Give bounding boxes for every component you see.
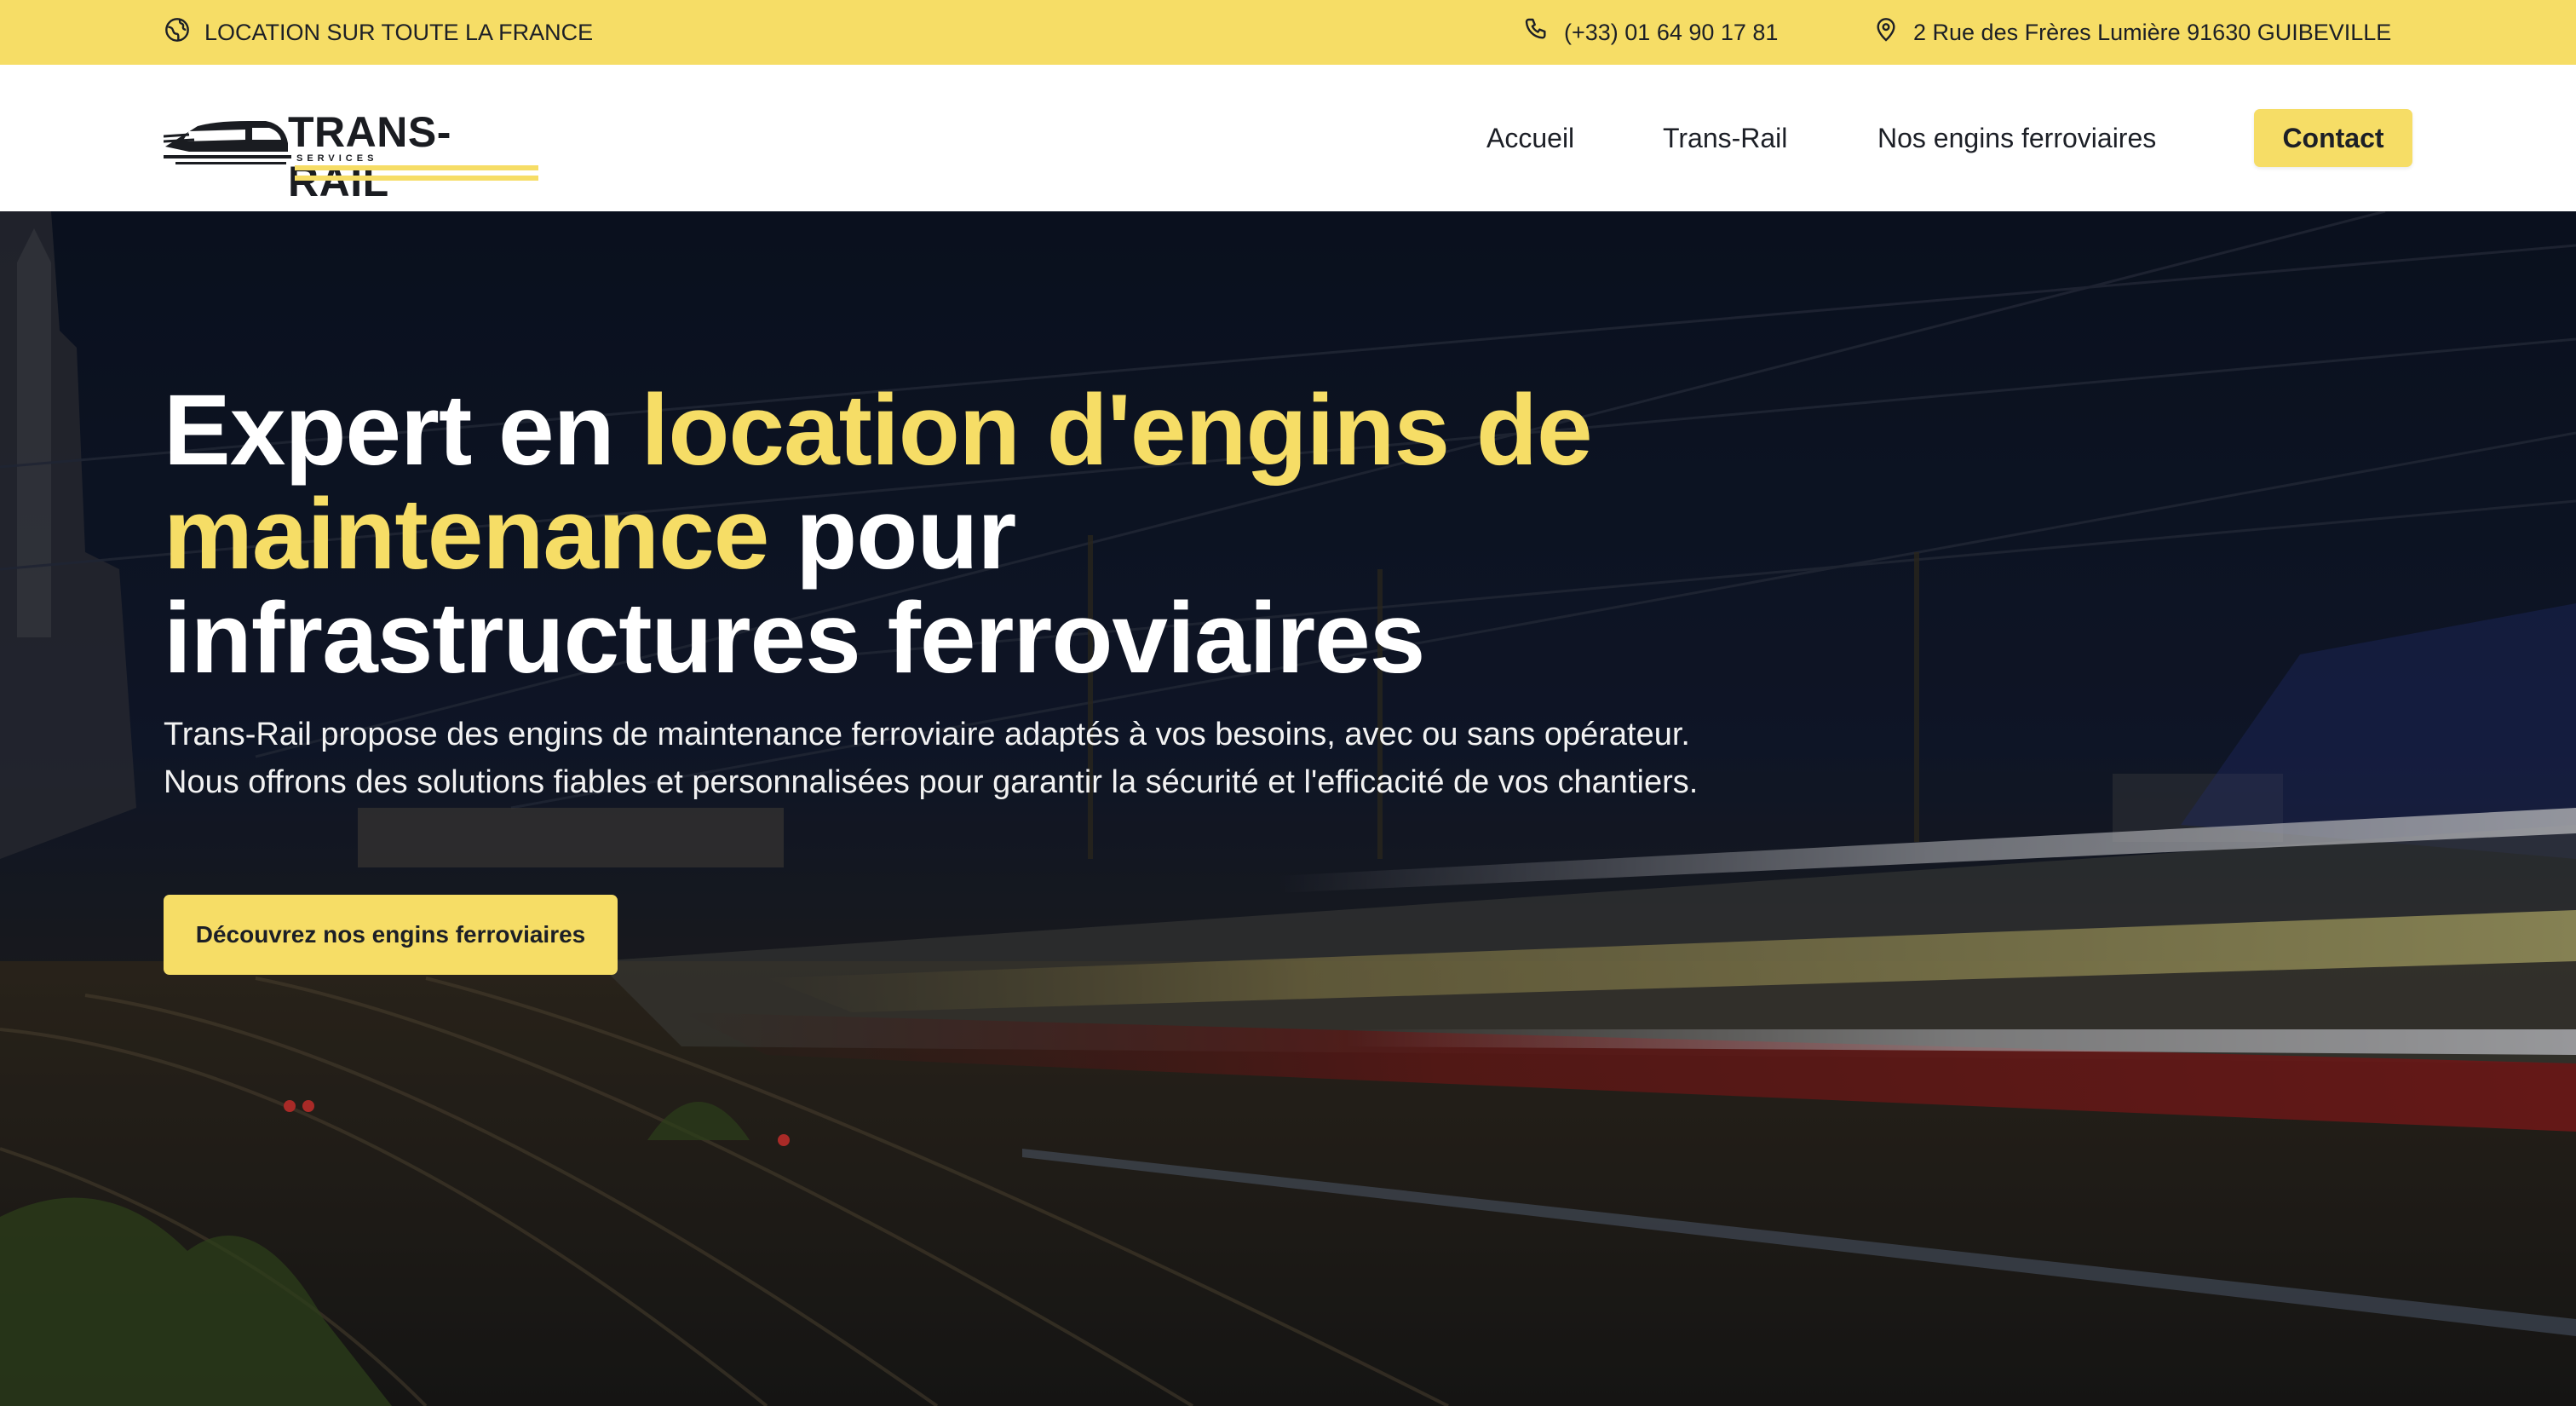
address-info: 2 Rue des Frères Lumière 91630 GUIBEVILL…: [1872, 0, 2391, 65]
nav-trans-rail[interactable]: Trans-Rail: [1663, 123, 1787, 154]
hero-section: Expert en location d'engins de maintenan…: [0, 211, 2576, 1406]
phone-icon: [1523, 16, 1550, 49]
nav-accueil[interactable]: Accueil: [1486, 123, 1574, 154]
train-icon: [164, 121, 291, 164]
phone-text[interactable]: (+33) 01 64 90 17 81: [1564, 20, 1778, 46]
logo[interactable]: TRANS-RAIL SERVICES: [164, 102, 538, 205]
discover-engins-button[interactable]: Découvrez nos engins ferroviaires: [164, 895, 618, 975]
location-info: LOCATION SUR TOUTE LA FRANCE: [164, 0, 593, 65]
top-info-bar: LOCATION SUR TOUTE LA FRANCE (+33) 01 64…: [0, 0, 2576, 65]
contact-button[interactable]: Contact: [2254, 109, 2412, 167]
logo-underline: [295, 165, 538, 170]
phone-info[interactable]: (+33) 01 64 90 17 81: [1523, 0, 1778, 65]
hero-title-part1: Expert en: [164, 374, 641, 487]
hero-description: Trans-Rail propose des engins de mainten…: [164, 717, 1699, 800]
globe-icon: [164, 16, 191, 49]
logo-underline: [295, 176, 538, 181]
map-pin-icon: [1872, 16, 1900, 49]
hero-title: Expert en location d'engins de maintenan…: [164, 378, 1697, 690]
site-header: TRANS-RAIL SERVICES Accueil Trans-Rail N…: [0, 65, 2576, 211]
logo-subtitle: SERVICES: [296, 153, 378, 164]
address-text: 2 Rue des Frères Lumière 91630 GUIBEVILL…: [1913, 19, 2392, 45]
nav-engins-ferroviaires[interactable]: Nos engins ferroviaires: [1877, 123, 2156, 154]
location-text: LOCATION SUR TOUTE LA FRANCE: [204, 19, 594, 45]
